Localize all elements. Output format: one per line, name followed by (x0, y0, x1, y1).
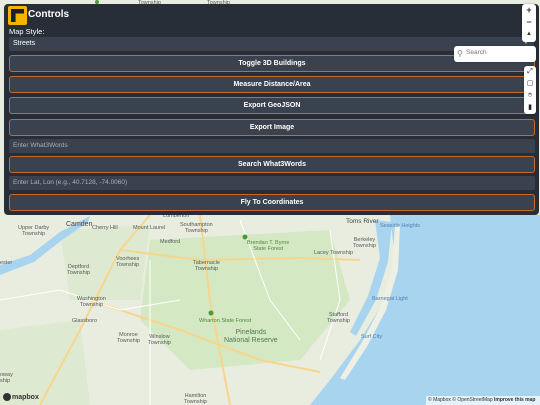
map-label: Toms River (346, 218, 379, 225)
export-image-button[interactable]: Export Image (9, 119, 535, 136)
mapbox-logo-icon (3, 393, 11, 401)
map-label: ester (0, 260, 13, 266)
zoom-in-button[interactable]: + (522, 4, 536, 16)
improve-map-link[interactable]: Improve this map (494, 397, 535, 403)
map-label: Seaside Heights (380, 223, 421, 229)
map-label: Cherry Hill (92, 225, 118, 231)
map-label: Voorhees Township (116, 256, 140, 269)
map-style-value: Streets (13, 40, 36, 47)
draw-toolbar: ⤢ ▢ ⌾ ▮ (524, 66, 536, 114)
app-logo (8, 6, 27, 25)
lat-lon-input[interactable]: Enter Lat, Lon (e.g., 40.7128, -74.0060) (9, 176, 535, 190)
map-label: Lacey Township (314, 250, 354, 256)
map-style-label: Map Style: (9, 27, 45, 36)
map-label: Glassboro (72, 318, 98, 324)
measure-distance-button[interactable]: Measure Distance/Area (9, 76, 535, 93)
attribution-text[interactable]: © Mapbox © OpenStreetMap (428, 397, 493, 403)
map-label: Berkeley Township (353, 237, 376, 250)
search-what3words-button[interactable]: Search What3Words (9, 156, 535, 173)
controls-panel: Controls Map Style: Streets ▼ Toggle 3D … (4, 4, 539, 215)
marker-tool-icon[interactable]: ⌾ (524, 90, 536, 102)
map-label: Barnegat Light (372, 296, 408, 302)
zoom-controls: + − ▲ (522, 4, 536, 42)
map-label: oway ship (0, 372, 13, 385)
map-label: Brendan T. Byrne State Forest (247, 240, 290, 253)
map-label: Washington Township (77, 296, 106, 309)
map-attribution: © Mapbox © OpenStreetMap Improve this ma… (426, 396, 540, 405)
search-icon: ⚲ (457, 49, 463, 58)
trash-icon[interactable]: ▮ (524, 102, 536, 114)
map-label: Wharton State Forest (199, 318, 252, 324)
map-label: Camden (66, 221, 93, 228)
zoom-out-button[interactable]: − (522, 16, 536, 28)
map-label: Tabernacle Township (193, 260, 220, 273)
mapbox-logo[interactable]: mapbox (3, 393, 39, 403)
map-label: Stafford Township (327, 312, 350, 325)
map-label: Surf City (361, 334, 383, 340)
map-label: Winslow Township (148, 334, 171, 347)
compass-icon[interactable]: ▲ (522, 28, 536, 40)
line-tool-icon[interactable]: ⤢ (524, 66, 536, 78)
map-label: Mount Laurel (133, 225, 166, 231)
map-label: Upper Darby Township (18, 225, 50, 238)
map-label: Southampton Township (180, 222, 213, 235)
map-label: Hamilton Township (184, 393, 207, 405)
panel-title: Controls (28, 9, 70, 20)
map-label: Deptford Township (67, 264, 90, 277)
fly-to-coordinates-button[interactable]: Fly To Coordinates (9, 194, 535, 211)
export-geojson-button[interactable]: Export GeoJSON (9, 97, 535, 114)
map-search-box[interactable]: ⚲ (454, 46, 536, 62)
map-label: Monroe Township (117, 332, 140, 345)
map-label: Pinelands National Reserve (224, 329, 278, 345)
mapbox-logo-text: mapbox (12, 393, 39, 401)
map-search-input[interactable] (466, 49, 532, 56)
what3words-input[interactable]: Enter What3Words (9, 139, 535, 153)
map-label: Medford (160, 239, 181, 245)
polygon-tool-icon[interactable]: ▢ (524, 78, 536, 90)
